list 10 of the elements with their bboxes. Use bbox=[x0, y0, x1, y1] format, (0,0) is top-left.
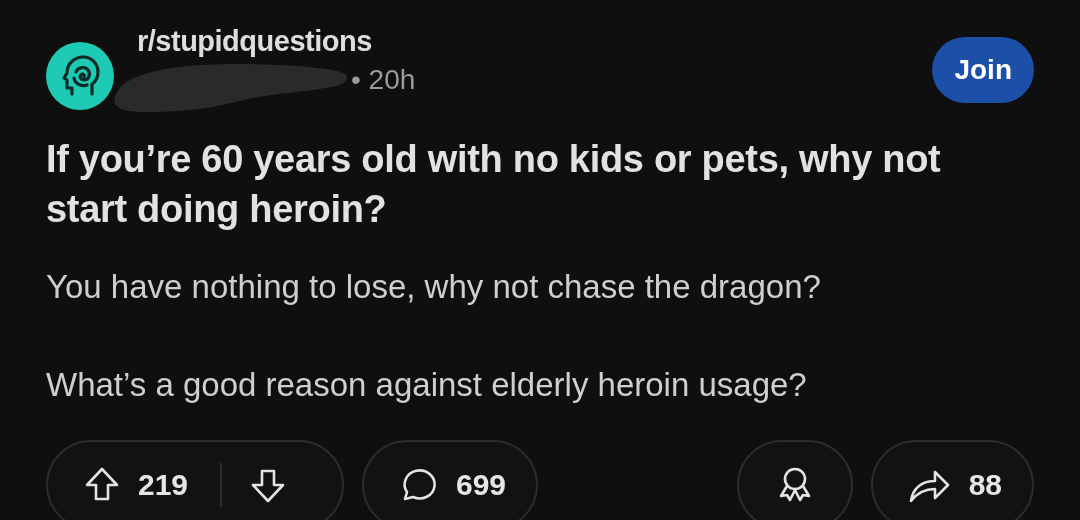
post-text: What’s a good reason against elderly heroin usage? bbox=[46, 364, 808, 405]
post-title: If you’re 60 years old with no kids or pets, why not start doing heroin? bbox=[46, 136, 942, 232]
vote-count: 219 bbox=[138, 467, 189, 502]
post-time: • 20h bbox=[351, 63, 416, 96]
post-text: You have nothing to lose, why not chase the dragon? bbox=[46, 266, 822, 307]
brain-head-icon bbox=[46, 42, 114, 110]
share-button[interactable]: 88 bbox=[870, 439, 1034, 520]
join-button[interactable]: Join bbox=[932, 37, 1034, 103]
comments-button[interactable]: 699 bbox=[362, 439, 539, 520]
subreddit-name[interactable]: r/stupidquestions bbox=[137, 26, 933, 58]
